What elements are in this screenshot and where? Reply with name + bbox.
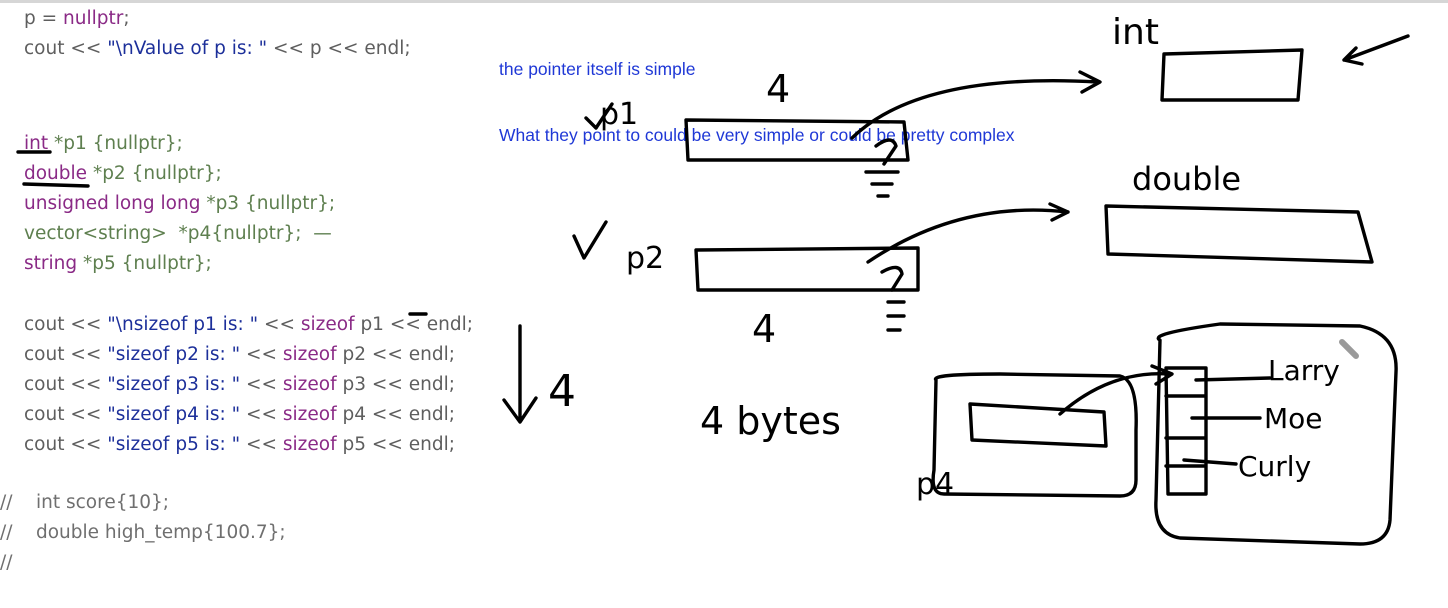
arrow-p2 [866,202,1070,264]
arrow-int [1342,34,1410,66]
ink-drawing: p1 4 int p2 4 double 4 4 bytes p4 Larry … [16,12,1410,546]
size-mid: 4 [752,307,776,351]
ground-p1 [864,170,900,198]
box-p1 [684,118,910,162]
label-int: int [1112,12,1159,53]
link-larry [1194,376,1272,382]
size-top: 4 [766,67,790,111]
box-int [1160,48,1304,102]
bytes-label: 4 bytes [700,399,841,443]
arrow-p1 [850,70,1102,140]
size-arrow-4: 4 [548,366,576,417]
label-p2: p2 [626,241,664,276]
name-curly: Curly [1238,450,1311,483]
ground-p2 [886,300,906,332]
qmark-p2 [880,265,904,292]
name-larry: Larry [1268,354,1340,387]
name-moe: Moe [1264,402,1323,435]
box-double [1104,204,1374,264]
label-double: double [1132,160,1241,198]
underline-double [22,182,90,188]
pencil-cursor [1339,339,1359,359]
arrow-down [502,324,538,424]
link-curly [1182,458,1238,466]
arrow-p4 [1058,364,1174,416]
box-vector-cells [1164,366,1208,496]
label-p4: p4 [916,467,954,502]
box-p4-inner [968,402,1108,448]
label-p1: p1 [600,97,638,132]
check-p2 [572,220,608,260]
